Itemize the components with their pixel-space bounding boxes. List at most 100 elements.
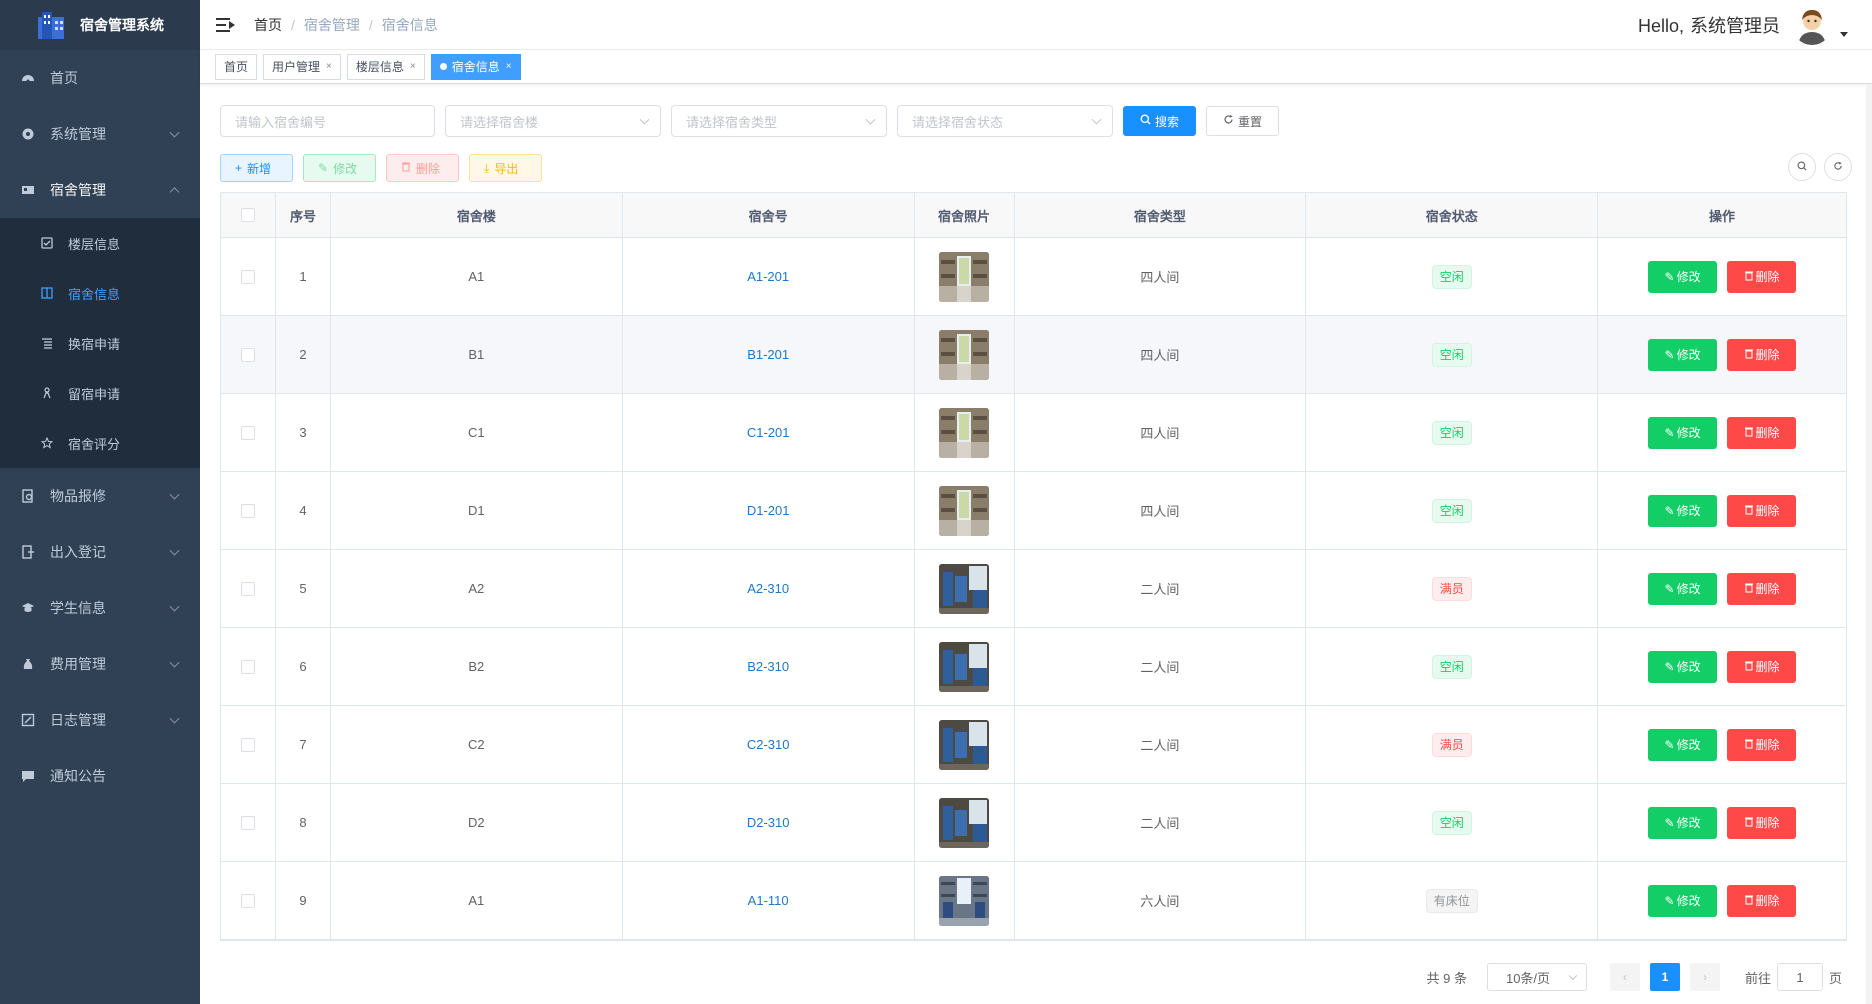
row-checkbox[interactable]: [240, 269, 255, 284]
sidebar-item-home[interactable]: 首页: [0, 50, 200, 106]
breadcrumb: 首页 / 宿舍管理 / 宿舍信息: [254, 15, 438, 35]
breadcrumb-home[interactable]: 首页: [254, 15, 282, 35]
column-header: 宿舍类型: [1015, 193, 1307, 237]
avatar[interactable]: [1792, 5, 1832, 45]
row-delete-button[interactable]: 删除: [1727, 494, 1797, 527]
dorm-photo[interactable]: [939, 641, 990, 692]
tag-dorm-info[interactable]: 宿舍信息 ×: [430, 53, 521, 80]
dorm-photo[interactable]: [939, 407, 990, 458]
row-checkbox[interactable]: [240, 581, 255, 596]
sidebar-item-notices[interactable]: 通知公告: [0, 748, 200, 804]
tag-home[interactable]: 首页: [215, 53, 258, 80]
dorm-photo[interactable]: [939, 485, 990, 536]
tag-floor-info[interactable]: 楼层信息 ×: [346, 53, 425, 80]
close-icon[interactable]: ×: [506, 55, 512, 79]
photo-cell: [915, 316, 1015, 393]
logo[interactable]: 宿舍管理系统: [0, 0, 200, 50]
row-checkbox[interactable]: [240, 503, 255, 518]
row-edit-button[interactable]: ✎ 修改: [1648, 650, 1718, 683]
sidebar: 宿舍管理系统 首页 系统管理 宿舍管理 楼层信息 宿舍信息 换宿申请 留宿申请 …: [0, 0, 200, 1004]
building-select[interactable]: 请选择宿舍楼: [445, 105, 661, 137]
row-checkbox[interactable]: [240, 737, 255, 752]
room-cell: C1-201: [623, 394, 915, 471]
next-page-button[interactable]: ›: [1689, 963, 1720, 991]
row-edit-button[interactable]: ✎ 修改: [1648, 572, 1718, 605]
export-button[interactable]: ⤓ 导出: [469, 154, 542, 182]
row-delete-button[interactable]: 删除: [1727, 260, 1797, 293]
row-checkbox[interactable]: [240, 425, 255, 440]
room-link[interactable]: A2-310: [747, 581, 789, 596]
room-link[interactable]: A1-110: [748, 893, 789, 908]
dorm-photo[interactable]: [939, 563, 990, 614]
toggle-search-button[interactable]: [1788, 153, 1816, 181]
sidebar-item-dorm[interactable]: 宿舍管理: [0, 162, 200, 218]
select-all-checkbox[interactable]: [240, 208, 255, 222]
sidebar-item-fees[interactable]: 费用管理: [0, 636, 200, 692]
room-cell: C2-310: [623, 706, 915, 783]
room-number-input[interactable]: 请输入宿舍编号: [220, 105, 435, 137]
row-delete-button[interactable]: 删除: [1727, 806, 1797, 839]
room-status-select[interactable]: 请选择宿舍状态: [897, 105, 1113, 137]
page-size-select[interactable]: 10条/页: [1486, 963, 1587, 991]
room-link[interactable]: B2-310: [747, 659, 789, 674]
row-edit-button[interactable]: ✎ 修改: [1648, 806, 1718, 839]
delete-button[interactable]: 删除: [386, 154, 459, 182]
row-delete-button[interactable]: 删除: [1727, 572, 1797, 605]
dorm-photo[interactable]: [939, 251, 990, 302]
caret-down-icon: [1840, 31, 1848, 37]
goto-page-input[interactable]: 1: [1776, 963, 1823, 991]
sidebar-item-students[interactable]: 学生信息: [0, 580, 200, 636]
row-edit-button[interactable]: ✎ 修改: [1648, 416, 1718, 449]
sidebar-item-room-change[interactable]: 换宿申请: [0, 318, 200, 368]
select-cell: [221, 472, 276, 549]
sidebar-item-system[interactable]: 系统管理: [0, 106, 200, 162]
room-link[interactable]: C1-201: [747, 425, 790, 440]
row-delete-button[interactable]: 删除: [1727, 650, 1797, 683]
row-edit-button[interactable]: ✎ 修改: [1648, 494, 1718, 527]
edit-button[interactable]: ✎ 修改: [303, 154, 376, 182]
add-button[interactable]: + 新增: [220, 154, 293, 182]
row-delete-button[interactable]: 删除: [1727, 884, 1797, 917]
refresh-button[interactable]: [1824, 153, 1852, 181]
main-content: 请输入宿舍编号 请选择宿舍楼 请选择宿舍类型 请选择宿舍状态 搜索 重置 + 新增…: [200, 85, 1872, 1004]
reset-button[interactable]: 重置: [1206, 106, 1279, 136]
row-edit-button[interactable]: ✎ 修改: [1648, 884, 1718, 917]
dorm-photo[interactable]: [939, 875, 990, 926]
room-link[interactable]: D2-310: [747, 815, 790, 830]
search-button[interactable]: 搜索: [1123, 106, 1196, 136]
room-link[interactable]: C2-310: [747, 737, 790, 752]
row-edit-button[interactable]: ✎ 修改: [1648, 260, 1718, 293]
dorm-photo[interactable]: [939, 797, 990, 848]
room-type-select[interactable]: 请选择宿舍类型: [671, 105, 887, 137]
row-delete-button[interactable]: 删除: [1727, 416, 1797, 449]
sidebar-item-dorm-rating[interactable]: 宿舍评分: [0, 418, 200, 468]
row-delete-button[interactable]: 删除: [1727, 338, 1797, 371]
sidebar-item-logs[interactable]: 日志管理: [0, 692, 200, 748]
sidebar-item-floor-info[interactable]: 楼层信息: [0, 218, 200, 268]
dorm-photo[interactable]: [939, 329, 990, 380]
row-edit-button[interactable]: ✎ 修改: [1648, 728, 1718, 761]
sidebar-item-stay-request[interactable]: 留宿申请: [0, 368, 200, 418]
page-number-button[interactable]: 1: [1649, 963, 1680, 991]
room-link[interactable]: A1-201: [747, 269, 789, 284]
close-icon[interactable]: ×: [326, 55, 332, 79]
tag-user-management[interactable]: 用户管理 ×: [263, 53, 341, 80]
sidebar-item-repair[interactable]: 物品报修: [0, 468, 200, 524]
sidebar-item-access-log[interactable]: 出入登记: [0, 524, 200, 580]
room-link[interactable]: D1-201: [747, 503, 790, 518]
row-delete-button[interactable]: 删除: [1727, 728, 1797, 761]
row-checkbox[interactable]: [240, 893, 255, 908]
close-icon[interactable]: ×: [410, 55, 416, 79]
page-scrollbar[interactable]: [1866, 84, 1872, 1004]
sidebar-item-dorm-info[interactable]: 宿舍信息: [0, 268, 200, 318]
room-link[interactable]: B1-201: [747, 347, 789, 362]
row-checkbox[interactable]: [240, 347, 255, 362]
user-dropdown[interactable]: Hello, 系统管理员: [1638, 0, 1848, 50]
checkbox-icon: [40, 236, 54, 250]
row-checkbox[interactable]: [240, 815, 255, 830]
prev-page-button[interactable]: ‹: [1609, 963, 1640, 991]
hamburger-icon[interactable]: [216, 15, 236, 35]
row-edit-button[interactable]: ✎ 修改: [1648, 338, 1718, 371]
row-checkbox[interactable]: [240, 659, 255, 674]
dorm-photo[interactable]: [939, 719, 990, 770]
